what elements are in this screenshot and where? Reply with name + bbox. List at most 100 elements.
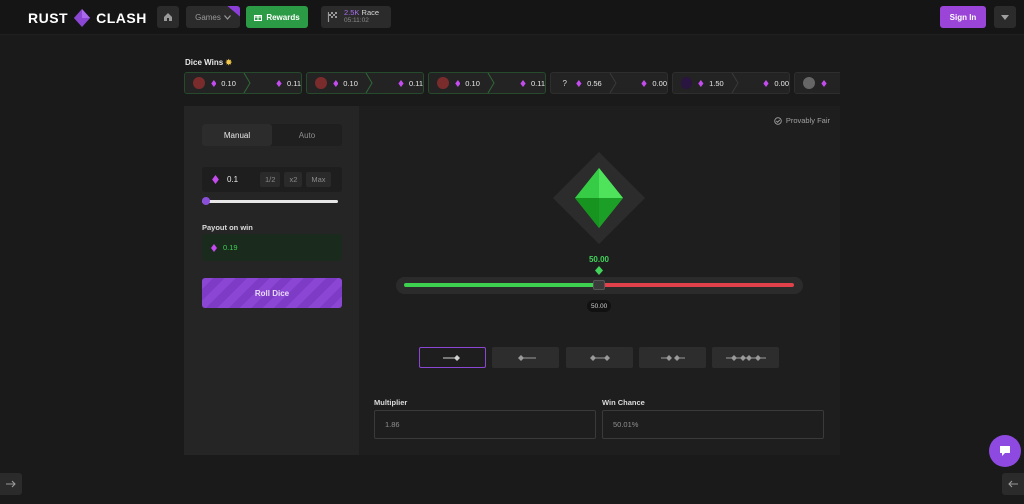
arrow-right-icon	[6, 480, 16, 488]
home-button[interactable]	[157, 6, 179, 28]
mode-roll-between[interactable]	[566, 347, 633, 368]
win-range-segment	[404, 283, 599, 287]
win-payout-value: 0.00	[652, 78, 667, 88]
card-divider-icon	[487, 73, 495, 93]
range-between-icon	[589, 354, 610, 361]
logo-text-right: CLASH	[96, 10, 147, 26]
gem-currency-icon	[398, 79, 404, 87]
chat-button[interactable]	[989, 435, 1021, 467]
green-gem-icon	[553, 152, 645, 244]
games-label: Games	[195, 12, 221, 22]
logo-gem-icon	[74, 9, 91, 27]
gem-currency-icon	[210, 79, 217, 87]
win-card[interactable]	[794, 72, 840, 94]
win-card[interactable]: 0.10 0.11	[306, 72, 424, 94]
race-info: 2.5K Race 05:11:02	[344, 9, 379, 25]
win-payout: 0.11	[276, 79, 301, 88]
bet-slider-knob[interactable]	[202, 197, 210, 205]
roll-target-value: 50.00	[588, 255, 610, 264]
gem-currency-icon	[454, 79, 461, 87]
range-double-icon	[725, 354, 766, 361]
win-payout-value: 0.00	[774, 78, 789, 88]
player-avatar	[193, 77, 205, 89]
lose-range-segment	[599, 283, 794, 287]
chevron-down-icon	[223, 14, 231, 20]
mode-tabs: Manual Auto	[202, 124, 342, 146]
win-card[interactable]: ? 0.56 0.00	[550, 72, 668, 94]
card-divider-icon	[365, 73, 373, 93]
target-marker-icon	[595, 266, 603, 275]
player-avatar	[803, 77, 815, 89]
sign-in-button[interactable]: Sign In	[940, 6, 986, 28]
mode-roll-over[interactable]	[492, 347, 559, 368]
multiplier-label: Multiplier	[374, 398, 408, 407]
payout-label: Payout on win	[202, 223, 253, 232]
gift-icon	[254, 15, 263, 21]
bet-amount-value[interactable]: 0.1	[227, 175, 260, 184]
roll-mode-selector	[419, 347, 780, 368]
multiplier-input[interactable]: 1.86	[374, 410, 596, 439]
rewards-label: Rewards	[266, 12, 300, 22]
gem-currency-icon	[698, 79, 704, 87]
provably-fair-link[interactable]: Provably Fair	[774, 116, 830, 125]
max-bet-button[interactable]: Max	[306, 172, 331, 187]
win-chance-label: Win Chance	[602, 398, 645, 407]
player-avatar	[681, 77, 693, 89]
range-slider-handle[interactable]	[593, 280, 605, 290]
player-avatar	[437, 77, 449, 89]
win-payout: 0.00	[763, 79, 789, 88]
payout-on-win-field: 0.19	[202, 234, 342, 261]
roll-range-bar[interactable]	[396, 277, 803, 294]
double-bet-button[interactable]: x2	[284, 172, 303, 187]
bet-amount-field[interactable]: 0.1 1/2 x2 Max	[202, 167, 342, 192]
games-dropdown[interactable]: Games	[186, 6, 240, 28]
recent-wins-strip: 0.10 0.11 0.10 0.11 0.10 0.11? 0.56 0.00 1.50 0.0…	[184, 72, 840, 94]
gem-currency-icon	[576, 79, 582, 87]
win-payout: 0.00	[641, 79, 667, 88]
race-timer: 05:11:02	[344, 17, 369, 24]
win-card[interactable]: 1.50 0.00	[672, 72, 790, 94]
mode-roll-outside[interactable]	[639, 347, 706, 368]
gem-currency-icon	[821, 79, 827, 87]
tab-manual[interactable]: Manual	[202, 124, 272, 146]
expand-left-button[interactable]	[0, 473, 22, 495]
range-over-icon	[517, 354, 536, 361]
check-circle-icon	[774, 116, 782, 125]
roll-dice-button[interactable]: Roll Dice	[202, 278, 342, 308]
win-payout: 0.11	[398, 79, 423, 88]
gem-currency-icon	[211, 243, 217, 252]
chat-bubble-icon	[1000, 446, 1010, 456]
mode-roll-double-range[interactable]	[712, 347, 779, 368]
win-payout-value: 0.11	[286, 78, 301, 88]
rewards-button[interactable]: Rewards	[246, 6, 308, 28]
gem-currency-icon	[520, 79, 526, 87]
win-payout: 0.11	[520, 79, 545, 88]
arrow-left-icon	[1008, 480, 1018, 488]
win-payout-value: 0.11	[530, 78, 545, 88]
card-divider-icon	[609, 73, 617, 93]
bet-controls-panel: Manual Auto 0.1 1/2 x2 Max Payout on win…	[184, 106, 359, 455]
race-button[interactable]: 2.5K Race 05:11:02	[321, 6, 391, 28]
star-icon: ✸	[225, 58, 233, 67]
win-card[interactable]: 0.10 0.11	[428, 72, 546, 94]
logo-text-left: RUST	[28, 10, 69, 26]
range-under-icon	[442, 354, 460, 361]
expand-right-button[interactable]	[1002, 473, 1024, 495]
dice-game-panel: Manual Auto 0.1 1/2 x2 Max Payout on win…	[184, 106, 840, 455]
gem-currency-icon	[641, 79, 648, 87]
gem-currency-icon	[332, 79, 339, 87]
win-chance-input[interactable]: 50.01%	[602, 410, 824, 439]
gem-currency-icon	[212, 175, 219, 184]
tab-auto[interactable]: Auto	[272, 124, 342, 146]
rustclash-logo[interactable]: RUST CLASH	[28, 9, 147, 27]
home-icon	[164, 13, 172, 21]
mode-roll-under[interactable]	[419, 347, 486, 368]
half-bet-button[interactable]: 1/2	[260, 172, 281, 187]
dice-game-area: Provably Fair 50.00 50.00 Multiplier 1.8…	[359, 106, 840, 455]
menu-dropdown-button[interactable]	[994, 6, 1016, 28]
bet-slider-track[interactable]	[202, 200, 338, 203]
player-avatar	[315, 77, 327, 89]
card-divider-icon	[243, 73, 251, 93]
win-card[interactable]: 0.10 0.11	[184, 72, 302, 94]
gem-currency-icon	[763, 79, 770, 87]
